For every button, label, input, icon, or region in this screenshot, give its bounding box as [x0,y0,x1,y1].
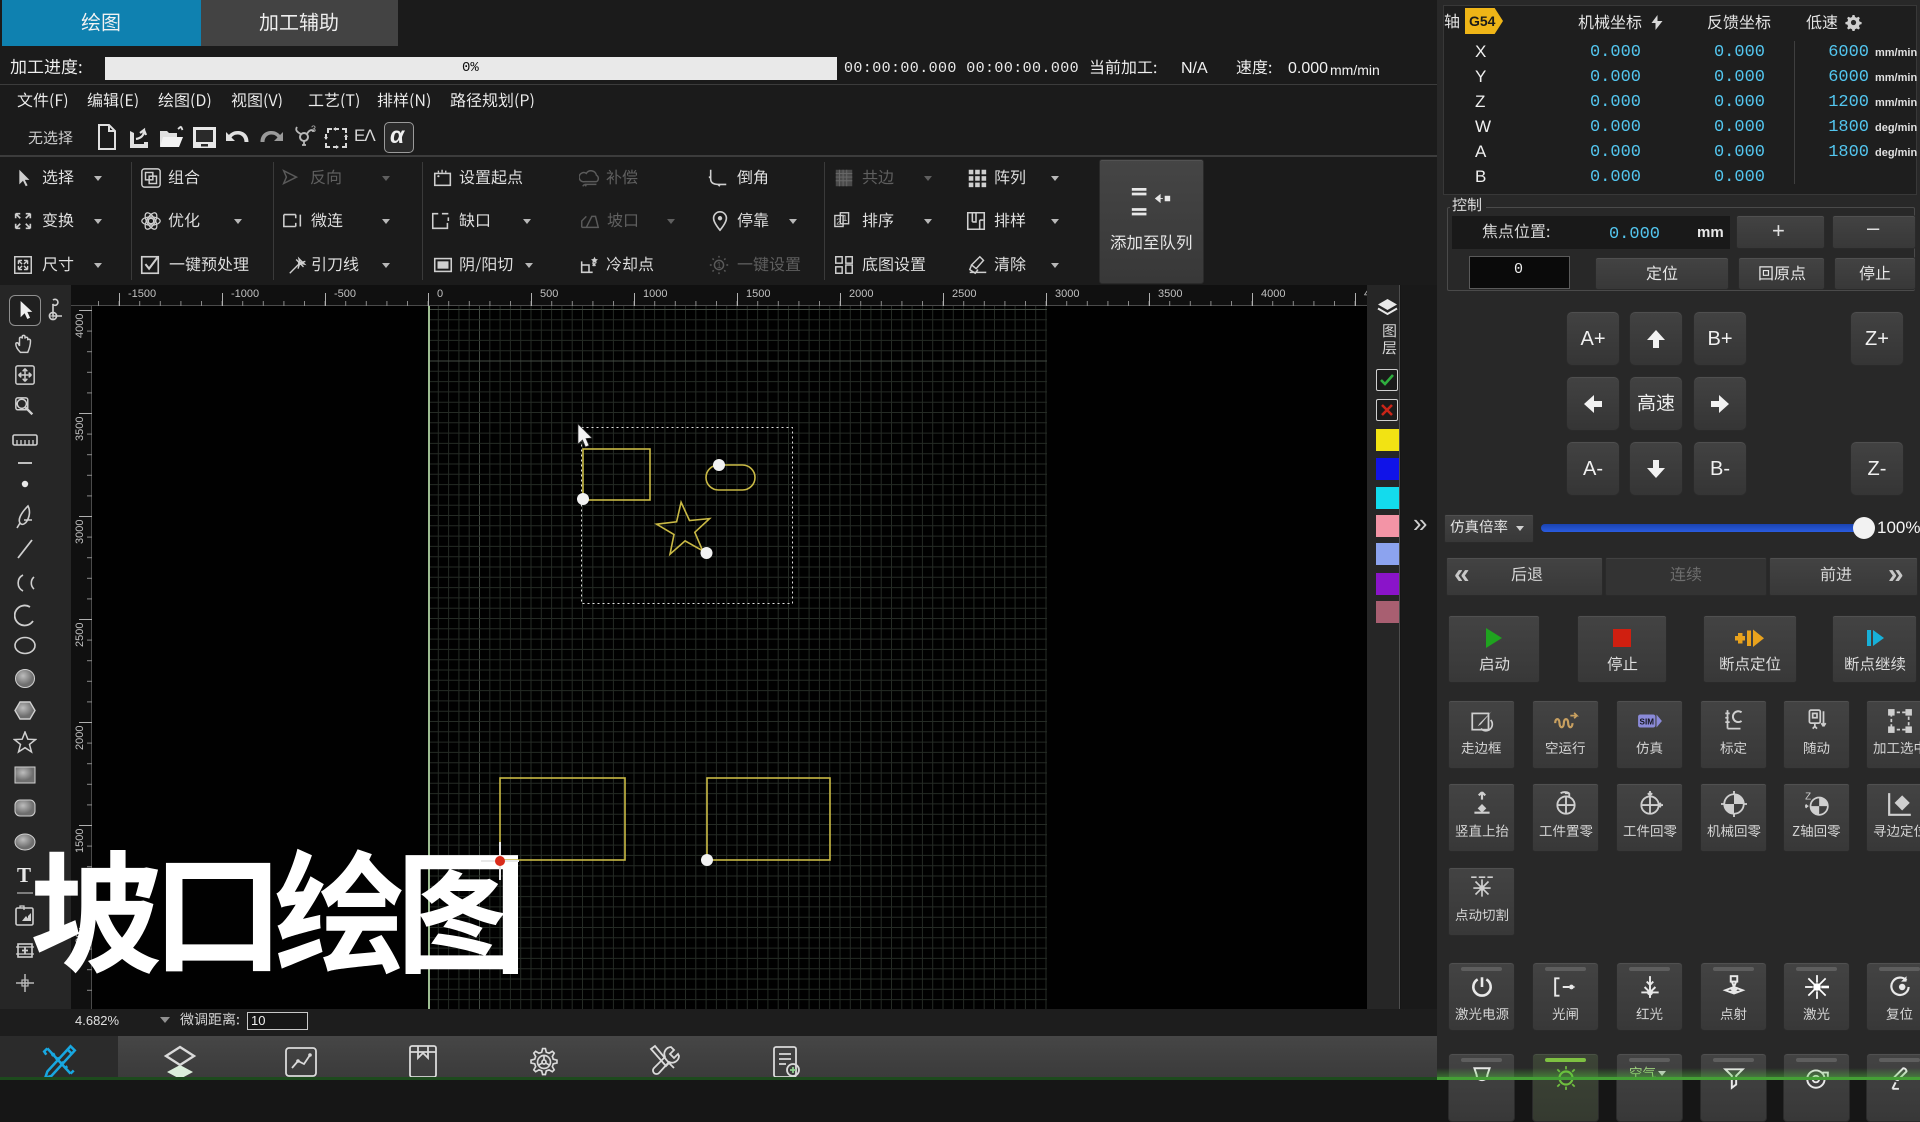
svg-text:4000: 4000 [74,314,86,338]
svg-text:4000: 4000 [1261,288,1285,300]
svg-text:Z: Z [1805,792,1811,803]
svg-text:SIM: SIM [1639,717,1654,726]
svg-text:500: 500 [540,288,558,300]
svg-text:2500: 2500 [74,623,86,647]
svg-text:3000: 3000 [74,520,86,544]
svg-text:2: 2 [836,218,841,227]
svg-text:1000: 1000 [643,288,667,300]
svg-text:1: 1 [843,214,848,223]
svg-text:3500: 3500 [74,417,86,441]
svg-text:-1500: -1500 [128,288,156,300]
svg-text:0: 0 [437,288,443,300]
svg-text:2000: 2000 [74,726,86,750]
svg-text:3: 3 [311,124,316,134]
svg-text:-1000: -1000 [231,288,259,300]
svg-text:2500: 2500 [952,288,976,300]
svg-text:2000: 2000 [849,288,873,300]
svg-text:1: 1 [717,261,722,270]
svg-text:1500: 1500 [746,288,770,300]
svg-text:3000: 3000 [1055,288,1079,300]
svg-text:3500: 3500 [1158,288,1182,300]
svg-text:-500: -500 [334,288,356,300]
